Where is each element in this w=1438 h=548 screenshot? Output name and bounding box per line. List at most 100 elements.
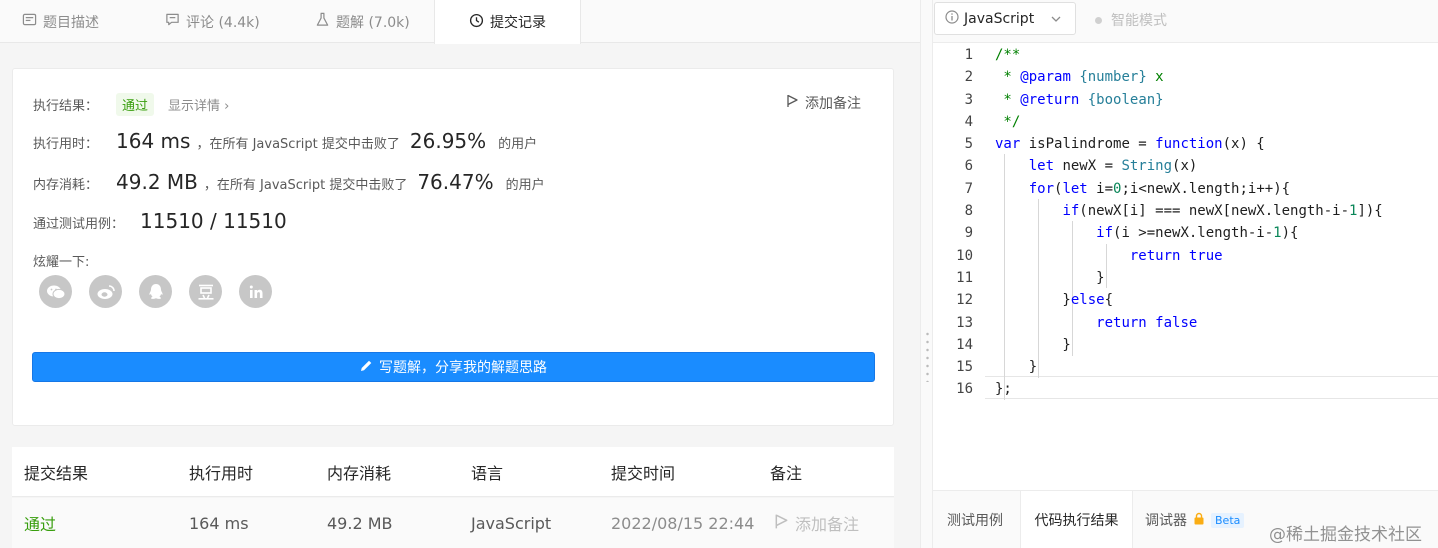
column-header-memory: 内存消耗 xyxy=(327,464,392,483)
row-add-note-button[interactable]: 添加备注 xyxy=(774,498,859,548)
tab-submissions[interactable]: 提交记录 xyxy=(434,0,581,44)
code-line: } xyxy=(995,336,1071,353)
submission-panel: 题目描述 评论 (4.4k) 题解 (7.0k) 提交记录 执行结果： 通过 显… xyxy=(0,0,920,548)
wechat-icon[interactable] xyxy=(39,275,72,308)
line-number: 1 xyxy=(964,47,973,63)
tab-description[interactable]: 题目描述 xyxy=(22,0,99,43)
code-text[interactable]: /** * @param {number} x * @return {boole… xyxy=(995,43,1438,401)
language-select[interactable]: JavaScript xyxy=(934,2,1076,35)
tab-solutions[interactable]: 题解 (7.0k) xyxy=(315,0,410,43)
add-note-label: 添加备注 xyxy=(805,96,861,112)
status-badge: 通过 xyxy=(116,93,155,116)
douban-icon[interactable] xyxy=(189,275,222,308)
code-line: } xyxy=(995,359,1038,376)
line-number: 9 xyxy=(964,225,973,242)
smart-mode-toggle[interactable]: 智能模式 xyxy=(1095,10,1167,30)
write-solution-button[interactable]: 写题解，分享我的解题思路 xyxy=(32,352,875,382)
column-header-result: 提交结果 xyxy=(24,464,89,483)
tab-debugger-label: 调试器 xyxy=(1145,513,1187,529)
code-line: /** xyxy=(995,47,1021,63)
line-number: 11 xyxy=(956,269,973,286)
table-row[interactable]: 通过 164 ms 49.2 MB JavaScript 2022/08/15 … xyxy=(12,498,894,548)
status-row: 执行结果： 通过 显示详情 › xyxy=(33,93,229,116)
line-number: 7 xyxy=(964,180,973,197)
code-line: } xyxy=(995,269,1105,286)
runtime-row: 执行用时： 164 ms ，在所有 JavaScript 提交中击败了 26.9… xyxy=(33,129,537,153)
tab-solutions-label: 题解 (7.0k) xyxy=(336,14,410,31)
code-line: var isPalindrome = function(x) { xyxy=(995,136,1265,153)
test-cases-value: 11510 / 11510 xyxy=(140,209,287,233)
pencil-icon xyxy=(360,359,373,376)
code-line: let newX = String(x) xyxy=(1028,158,1198,175)
tab-run-result[interactable]: 代码执行结果 xyxy=(1020,491,1133,548)
line-number: 4 xyxy=(964,113,973,130)
runtime-value: 164 ms xyxy=(116,129,191,153)
test-cases-row: 通过测试用例： 11510 / 11510 xyxy=(33,209,287,233)
add-note-button[interactable]: 添加备注 xyxy=(786,93,861,113)
test-cases-label: 通过测试用例： xyxy=(33,217,125,232)
code-line: }; xyxy=(995,381,1012,398)
problem-tabs: 题目描述 评论 (4.4k) 题解 (7.0k) 提交记录 xyxy=(0,0,920,44)
tab-test-cases[interactable]: 测试用例 xyxy=(947,491,1003,548)
line-number: 5 xyxy=(964,136,973,153)
beta-badge: Beta xyxy=(1211,512,1245,528)
tab-comments[interactable]: 评论 (4.4k) xyxy=(165,0,260,43)
line-number-gutter: 1 2 3 4 5 6 7 8 9 10 11 12 13 14 15 16 xyxy=(933,43,985,401)
memory-suffix: 的用户 xyxy=(505,178,545,193)
language-select-value: JavaScript xyxy=(964,10,1035,27)
line-number: 15 xyxy=(956,359,973,376)
result-card: 执行结果： 通过 显示详情 › 添加备注 执行用时： 164 ms ，在所有 J… xyxy=(12,68,894,426)
column-header-language: 语言 xyxy=(471,464,504,483)
row-submit-time: 2022/08/15 22:44 xyxy=(611,513,755,533)
code-editor[interactable]: 1 2 3 4 5 6 7 8 9 10 11 12 13 14 15 16 /… xyxy=(933,43,1438,488)
tab-description-label: 题目描述 xyxy=(43,14,99,31)
linkedin-icon[interactable] xyxy=(239,275,272,308)
flag-icon xyxy=(786,94,799,112)
show-details-link[interactable]: 显示详情 › xyxy=(168,95,229,114)
line-number: 14 xyxy=(956,336,973,353)
column-header-submit-time: 提交时间 xyxy=(611,464,676,483)
row-runtime: 164 ms xyxy=(189,513,249,533)
runtime-label: 执行用时： xyxy=(33,137,99,152)
write-solution-label: 写题解，分享我的解题思路 xyxy=(379,360,547,376)
drag-handle-icon xyxy=(926,330,929,382)
tab-debugger[interactable]: 调试器 Beta xyxy=(1145,491,1245,548)
dot-icon xyxy=(1095,16,1102,24)
share-label: 炫耀一下: xyxy=(33,255,90,270)
code-line: */ xyxy=(995,113,1021,130)
lock-icon xyxy=(1193,512,1205,529)
row-result[interactable]: 通过 xyxy=(24,498,56,548)
pane-resize-handle[interactable] xyxy=(920,0,933,548)
smart-mode-label: 智能模式 xyxy=(1111,13,1167,29)
code-line: }else{ xyxy=(995,292,1114,309)
status-label: 执行结果： xyxy=(33,99,99,114)
line-number: 10 xyxy=(956,247,973,264)
line-number: 16 xyxy=(956,381,973,398)
flag-icon xyxy=(774,513,789,534)
weibo-icon[interactable] xyxy=(89,275,122,308)
submissions-table-header: 提交结果 执行用时 内存消耗 语言 提交时间 备注 xyxy=(12,447,894,497)
line-number: 12 xyxy=(956,292,973,309)
line-number: 13 xyxy=(956,314,973,331)
line-number: 8 xyxy=(964,203,973,220)
editor-toolbar: JavaScript 智能模式 xyxy=(933,0,1438,43)
watermark: @稀土掘金技术社区 xyxy=(1269,525,1422,545)
tab-submissions-label: 提交记录 xyxy=(490,15,546,31)
document-icon xyxy=(22,12,37,31)
column-header-note: 备注 xyxy=(770,464,803,483)
row-memory: 49.2 MB xyxy=(327,513,393,533)
share-row: 炫耀一下: xyxy=(33,251,89,270)
memory-text: ，在所有 JavaScript 提交中击败了 xyxy=(203,178,408,193)
comment-icon xyxy=(165,12,180,31)
qq-icon[interactable] xyxy=(139,275,172,308)
tab-test-cases-label: 测试用例 xyxy=(947,513,1003,529)
runtime-suffix: 的用户 xyxy=(498,137,538,152)
code-line: * @param {number} x xyxy=(995,69,1164,86)
runtime-text: ，在所有 JavaScript 提交中击败了 xyxy=(196,137,400,152)
column-header-runtime: 执行用时 xyxy=(189,464,254,483)
code-line: if(i >=newX.length-i-1){ xyxy=(1096,225,1299,242)
code-editor-panel: JavaScript 智能模式 1 2 3 4 5 6 7 8 9 10 11 … xyxy=(933,0,1438,548)
line-number: 2 xyxy=(964,69,973,86)
code-line: return false xyxy=(1096,314,1198,331)
tab-run-result-label: 代码执行结果 xyxy=(1034,513,1119,529)
